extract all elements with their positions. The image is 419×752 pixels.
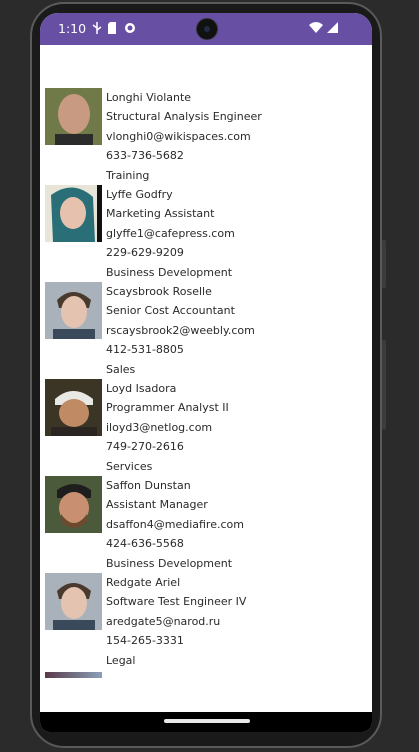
- volume-button: [382, 340, 386, 430]
- employee-name: Redgate Ariel: [106, 576, 181, 589]
- employee-department: Sales: [106, 362, 136, 376]
- employee-department: Business Development: [106, 556, 233, 570]
- list-item[interactable]: [40, 670, 372, 710]
- signal-icon: [327, 22, 338, 33]
- list-item[interactable]: Scaysbrook Roselle Senior Cost Accountan…: [40, 282, 372, 379]
- list-item[interactable]: Longhi Violante Structural Analysis Engi…: [40, 88, 372, 185]
- employee-department: Services: [106, 459, 153, 473]
- employee-name: Longhi Violante: [106, 91, 192, 104]
- list-item[interactable]: Lyffe Godfry Marketing Assistant glyffe1…: [40, 185, 372, 282]
- employee-phone: 154-265-3331: [106, 634, 184, 648]
- employee-photo: [45, 88, 102, 145]
- employee-email: aredgate5@narod.ru: [106, 614, 221, 628]
- employee-photo: [45, 573, 102, 630]
- employee-name: Scaysbrook Roselle: [106, 285, 212, 298]
- employee-title: Software Test Engineer IV: [106, 595, 247, 609]
- list-item[interactable]: Redgate Ariel Software Test Engineer IV …: [40, 573, 372, 670]
- home-handle[interactable]: [164, 719, 250, 723]
- employee-photo: [45, 672, 102, 678]
- employee-email: dsaffon4@mediafire.com: [106, 517, 244, 531]
- front-camera: [196, 18, 218, 40]
- employee-photo: [45, 476, 102, 533]
- employee-title: Programmer Analyst II: [106, 401, 229, 415]
- employee-phone: 229-629-9209: [106, 246, 184, 260]
- employee-phone: 424-636-5568: [106, 537, 184, 551]
- navigation-bar: [40, 712, 372, 732]
- sd-card-icon: [108, 22, 116, 34]
- screen: 1:10 Longhi Violante Structural Analysis…: [40, 13, 372, 732]
- employee-department: Business Development: [106, 265, 233, 279]
- employee-title: Marketing Assistant: [106, 207, 215, 221]
- power-button: [382, 240, 386, 288]
- wifi-icon: [309, 22, 323, 33]
- employee-department: Training: [106, 168, 150, 182]
- employee-photo: [45, 379, 102, 436]
- list-item[interactable]: Loyd Isadora Programmer Analyst II iloyd…: [40, 379, 372, 476]
- employee-email: vlonghi0@wikispaces.com: [106, 129, 251, 143]
- employee-name: Saffon Dunstan: [106, 479, 191, 492]
- employee-name: Lyffe Godfry: [106, 188, 173, 201]
- employee-title: Senior Cost Accountant: [106, 304, 235, 318]
- usb-icon: [92, 22, 102, 34]
- employee-phone: 412-531-8805: [106, 343, 184, 357]
- employee-title: Structural Analysis Engineer: [106, 110, 262, 124]
- status-bar: 1:10: [40, 13, 372, 45]
- list-item[interactable]: Saffon Dunstan Assistant Manager dsaffon…: [40, 476, 372, 573]
- employee-department: Legal: [106, 653, 136, 667]
- employee-photo: [45, 185, 102, 242]
- employee-phone: 633-736-5682: [106, 149, 184, 163]
- employee-email: rscaysbrook2@weebly.com: [106, 323, 255, 337]
- employee-name: Loyd Isadora: [106, 382, 177, 395]
- employee-list[interactable]: Longhi Violante Structural Analysis Engi…: [40, 88, 372, 670]
- employee-title: Assistant Manager: [106, 498, 208, 512]
- employee-email: glyffe1@cafepress.com: [106, 226, 235, 240]
- sync-icon: [125, 23, 135, 33]
- status-time: 1:10: [58, 21, 87, 36]
- employee-email: iloyd3@netlog.com: [106, 420, 213, 434]
- employee-phone: 749-270-2616: [106, 440, 184, 454]
- employee-photo: [45, 282, 102, 339]
